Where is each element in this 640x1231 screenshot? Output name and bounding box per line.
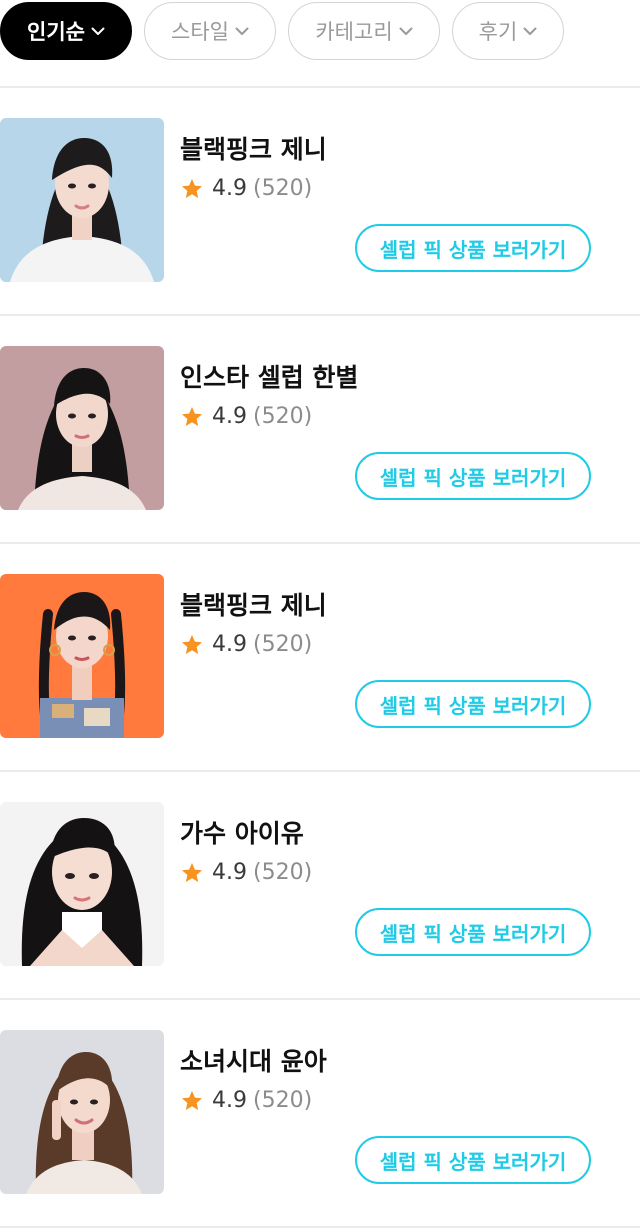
list-item[interactable]: 가수 아이유 4.9 (520) 셀럽 픽 상품 보러가기 [0, 772, 640, 998]
filter-chip-style[interactable]: 스타일 [144, 2, 276, 60]
view-celeb-picks-button[interactable]: 셀럽 픽 상품 보러가기 [355, 452, 591, 500]
chevron-down-icon [399, 27, 413, 35]
review-count: (520) [253, 176, 313, 201]
celeb-photo[interactable] [0, 346, 164, 510]
filter-chip-review[interactable]: 후기 [452, 2, 564, 60]
portrait-image [0, 802, 164, 966]
rating-score: 4.9 [212, 176, 247, 201]
celeb-name: 인스타 셀럽 한별 [180, 363, 359, 392]
rating-score: 4.9 [212, 860, 247, 885]
chevron-down-icon [235, 27, 249, 35]
portrait-image [0, 118, 164, 282]
filter-chip-popular[interactable]: 인기순 [0, 2, 132, 60]
divider [0, 1226, 640, 1228]
rating-score: 4.9 [212, 632, 247, 657]
celeb-photo[interactable] [0, 574, 164, 738]
celeb-name: 블랙핑크 제니 [180, 591, 327, 620]
view-celeb-picks-button[interactable]: 셀럽 픽 상품 보러가기 [355, 680, 591, 728]
review-count: (520) [253, 404, 313, 429]
portrait-image [0, 1030, 164, 1194]
celeb-photo[interactable] [0, 1030, 164, 1194]
filter-chip-label: 카테고리 [315, 20, 393, 44]
review-count: (520) [253, 1088, 313, 1113]
celeb-list: 블랙핑크 제니 4.9 (520) 셀럽 픽 상품 보러가기 인스타 셀럽 한별 [0, 86, 640, 1228]
portrait-image [0, 574, 164, 738]
filter-chip-category[interactable]: 카테고리 [288, 2, 440, 60]
chevron-down-icon [523, 27, 537, 35]
list-item[interactable]: 블랙핑크 제니 4.9 (520) 셀럽 픽 상품 보러가기 [0, 544, 640, 770]
filter-chip-label: 후기 [478, 20, 518, 44]
star-icon [182, 634, 202, 654]
celeb-name: 소녀시대 윤아 [180, 1047, 327, 1076]
rating: 4.9 (520) [180, 176, 312, 201]
list-item[interactable]: 블랙핑크 제니 4.9 (520) 셀럽 픽 상품 보러가기 [0, 88, 640, 314]
filter-chip-label: 스타일 [171, 20, 229, 44]
rating: 4.9 (520) [180, 632, 312, 657]
list-item[interactable]: 소녀시대 윤아 4.9 (520) 셀럽 픽 상품 보러가기 [0, 1000, 640, 1226]
review-count: (520) [253, 632, 313, 657]
view-celeb-picks-button[interactable]: 셀럽 픽 상품 보러가기 [355, 224, 591, 272]
star-icon [182, 1090, 202, 1110]
rating: 4.9 (520) [180, 1088, 312, 1113]
list-item[interactable]: 인스타 셀럽 한별 4.9 (520) 셀럽 픽 상품 보러가기 [0, 316, 640, 542]
filter-bar: 인기순 스타일 카테고리 후기 [0, 0, 640, 86]
rating: 4.9 (520) [180, 860, 312, 885]
star-icon [182, 862, 202, 882]
review-count: (520) [253, 860, 313, 885]
portrait-image [0, 346, 164, 510]
rating-score: 4.9 [212, 404, 247, 429]
view-celeb-picks-button[interactable]: 셀럽 픽 상품 보러가기 [355, 1136, 591, 1184]
rating-score: 4.9 [212, 1088, 247, 1113]
filter-chip-label: 인기순 [27, 20, 85, 44]
celeb-name: 블랙핑크 제니 [180, 135, 327, 164]
celeb-photo[interactable] [0, 802, 164, 966]
star-icon [182, 406, 202, 426]
chevron-down-icon [91, 27, 105, 35]
star-icon [182, 178, 202, 198]
view-celeb-picks-button[interactable]: 셀럽 픽 상품 보러가기 [355, 908, 591, 956]
celeb-name: 가수 아이유 [180, 819, 304, 848]
rating: 4.9 (520) [180, 404, 312, 429]
celeb-photo[interactable] [0, 118, 164, 282]
